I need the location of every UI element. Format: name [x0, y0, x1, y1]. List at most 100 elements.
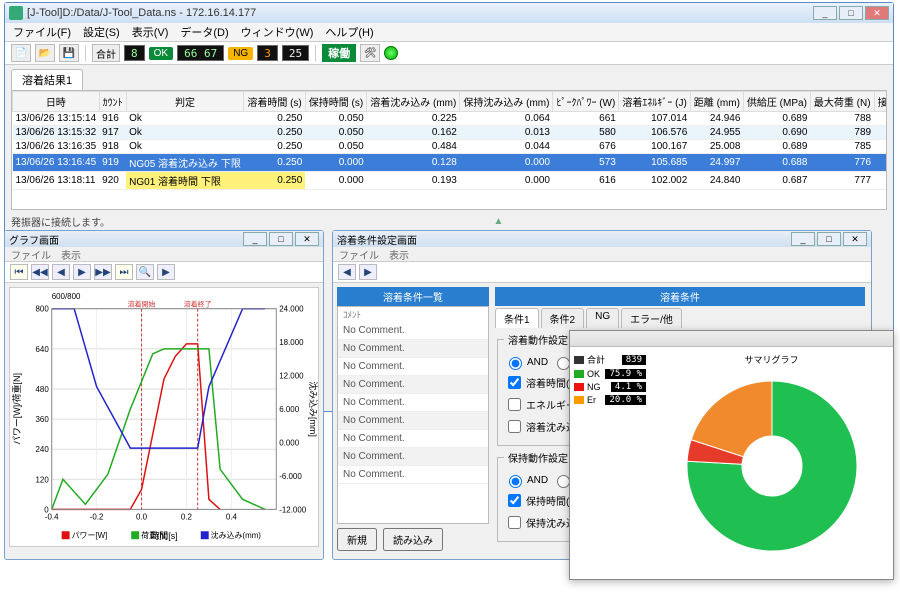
status-text: 発振器に接続します。: [11, 214, 110, 229]
graph-max-button[interactable]: □: [269, 232, 293, 246]
table-row[interactable]: 13/06/26 13:15:32917Ok0.2500.0500.1620.0…: [13, 126, 888, 140]
tab-ng[interactable]: NG: [586, 308, 619, 328]
col-header[interactable]: 溶着ｴﾈﾙｷﾞｰ (J): [619, 92, 690, 112]
cond-list-item[interactable]: No Comment.: [338, 394, 488, 412]
cond-next-icon[interactable]: ▶: [359, 264, 377, 280]
minimize-button[interactable]: _: [813, 6, 837, 20]
legend-item: Er20.0 %: [574, 395, 646, 405]
col-header[interactable]: 接触速度 (mm/s): [874, 92, 887, 112]
table-row[interactable]: 13/06/26 13:18:11920NG01 溶着時間 下限0.2500.0…: [13, 172, 888, 190]
col-header[interactable]: 供給圧 (MPa): [743, 92, 810, 112]
graph-close-button[interactable]: ✕: [295, 232, 319, 246]
cond-list-item[interactable]: No Comment.: [338, 466, 488, 484]
graph-menu-file[interactable]: ファイル: [11, 247, 51, 262]
save-icon[interactable]: 💾: [59, 44, 79, 62]
radio-hold-and[interactable]: AND: [504, 472, 548, 488]
fwd-all-icon[interactable]: ⏭: [115, 264, 133, 280]
svg-text:-0.2: -0.2: [90, 512, 104, 521]
summary-window: 合計839OK75.9 %NG4.1 %Er20.0 % サマリグラフ: [569, 330, 894, 580]
cond-max-button[interactable]: □: [817, 232, 841, 246]
cond-min-button[interactable]: _: [791, 232, 815, 246]
col-header[interactable]: 最大荷重 (N): [810, 92, 874, 112]
svg-text:パワー[W]: パワー[W]: [72, 531, 108, 540]
cond-list-item[interactable]: No Comment.: [338, 322, 488, 340]
load-button[interactable]: 読み込み: [383, 528, 443, 551]
open-icon[interactable]: 📂: [35, 44, 55, 62]
weld-legend: 溶着動作設定: [504, 332, 572, 347]
cond-list-colhdr: ｺﾒﾝﾄ: [338, 307, 488, 322]
expand-icon[interactable]: ▲: [110, 216, 887, 227]
summary-legend: 合計839OK75.9 %NG4.1 %Er20.0 %: [570, 347, 650, 577]
cond-prev-icon[interactable]: ◀: [338, 264, 356, 280]
svg-text:-12.000: -12.000: [279, 505, 307, 514]
result-tab[interactable]: 溶着結果1: [11, 69, 83, 90]
svg-text:0.4: 0.4: [226, 512, 238, 521]
col-header[interactable]: ｶｳﾝﾄ: [99, 92, 126, 112]
menu-file[interactable]: ファイル(F): [13, 24, 71, 40]
tool-icon[interactable]: 🛠: [360, 44, 380, 62]
rewind-all-icon[interactable]: ⏮: [10, 264, 28, 280]
menu-help[interactable]: ヘルプ(H): [325, 24, 373, 40]
app-icon: [9, 6, 23, 20]
cond-list-item[interactable]: No Comment.: [338, 412, 488, 430]
chk-weld-time[interactable]: 溶着時間(s): [504, 373, 578, 392]
svg-text:640: 640: [35, 345, 49, 354]
svg-text:24.000: 24.000: [279, 305, 304, 314]
titlebar: [J-Tool]D:/Data/J-Tool_Data.ns - 172.16.…: [5, 3, 893, 23]
lcd-counter-1: 8: [124, 45, 145, 61]
tab-cond1[interactable]: 条件1: [495, 308, 539, 328]
col-header[interactable]: 判定: [126, 92, 244, 112]
cond-menu-view[interactable]: 表示: [389, 247, 409, 262]
status-led-icon: [384, 46, 398, 60]
svg-text:480: 480: [35, 385, 49, 394]
menu-settings[interactable]: 設定(S): [83, 24, 120, 40]
col-header[interactable]: ﾋﾟｰｸﾊﾟﾜｰ (W): [553, 92, 619, 112]
cond-list-item[interactable]: No Comment.: [338, 430, 488, 448]
new-icon[interactable]: 📄: [11, 44, 31, 62]
ok-badge: OK: [149, 47, 173, 60]
cond-list-item[interactable]: No Comment.: [338, 448, 488, 466]
cond-list-item[interactable]: No Comment.: [338, 376, 488, 394]
cond-title: 溶着条件設定画面: [337, 232, 417, 247]
col-header[interactable]: 保持沈み込み (mm): [460, 92, 553, 112]
col-header[interactable]: 日時: [13, 92, 100, 112]
menu-data[interactable]: データ(D): [180, 24, 228, 40]
fwd-icon[interactable]: ▶▶: [94, 264, 112, 280]
graph-menu-view[interactable]: 表示: [61, 247, 81, 262]
table-row[interactable]: 13/06/26 13:16:35918Ok0.2500.0500.4840.0…: [13, 140, 888, 154]
col-header[interactable]: 距離 (mm): [690, 92, 743, 112]
tab-error[interactable]: エラー/他: [621, 308, 682, 328]
prev-icon[interactable]: ◀: [52, 264, 70, 280]
cond-list-item[interactable]: No Comment.: [338, 340, 488, 358]
sum-button[interactable]: 合計: [92, 44, 120, 62]
lcd-counter-2: 66 67: [177, 45, 224, 61]
close-button[interactable]: ✕: [865, 6, 889, 20]
donut-chart: [667, 366, 877, 566]
table-row[interactable]: 13/06/26 13:15:14916Ok0.2500.0500.2250.0…: [13, 112, 888, 126]
col-header[interactable]: 保持時間 (s): [305, 92, 366, 112]
radio-and[interactable]: AND: [504, 354, 548, 370]
menu-view[interactable]: 表示(V): [132, 24, 169, 40]
col-header[interactable]: 溶着沈み込み (mm): [367, 92, 460, 112]
svg-text:120: 120: [35, 475, 49, 484]
cond-close-button[interactable]: ✕: [843, 232, 867, 246]
cond-list-item[interactable]: No Comment.: [338, 358, 488, 376]
menu-window[interactable]: ウィンドウ(W): [241, 24, 314, 40]
zoom-icon[interactable]: 🔍: [136, 264, 154, 280]
chk-hold-time[interactable]: 保持時間(s): [504, 491, 578, 510]
hold-legend: 保持動作設定: [504, 450, 572, 465]
tab-cond2[interactable]: 条件2: [541, 308, 585, 328]
graph-min-button[interactable]: _: [243, 232, 267, 246]
rewind-icon[interactable]: ◀◀: [31, 264, 49, 280]
new-button[interactable]: 新規: [337, 528, 377, 551]
table-row[interactable]: 13/06/26 13:16:45919NG05 溶着沈み込み 下限0.2500…: [13, 154, 888, 172]
play-icon[interactable]: ▶: [157, 264, 175, 280]
cond-menu-file[interactable]: ファイル: [339, 247, 379, 262]
svg-text:沈み込み[mm]: 沈み込み[mm]: [308, 381, 318, 437]
maximize-button[interactable]: □: [839, 6, 863, 20]
chart-area: 0120240360480640800-12.000-6.0000.0006.0…: [9, 287, 319, 547]
next-icon[interactable]: ▶: [73, 264, 91, 280]
svg-text:800: 800: [35, 305, 49, 314]
legend-item: 合計839: [574, 353, 646, 366]
col-header[interactable]: 溶着時間 (s): [244, 92, 305, 112]
